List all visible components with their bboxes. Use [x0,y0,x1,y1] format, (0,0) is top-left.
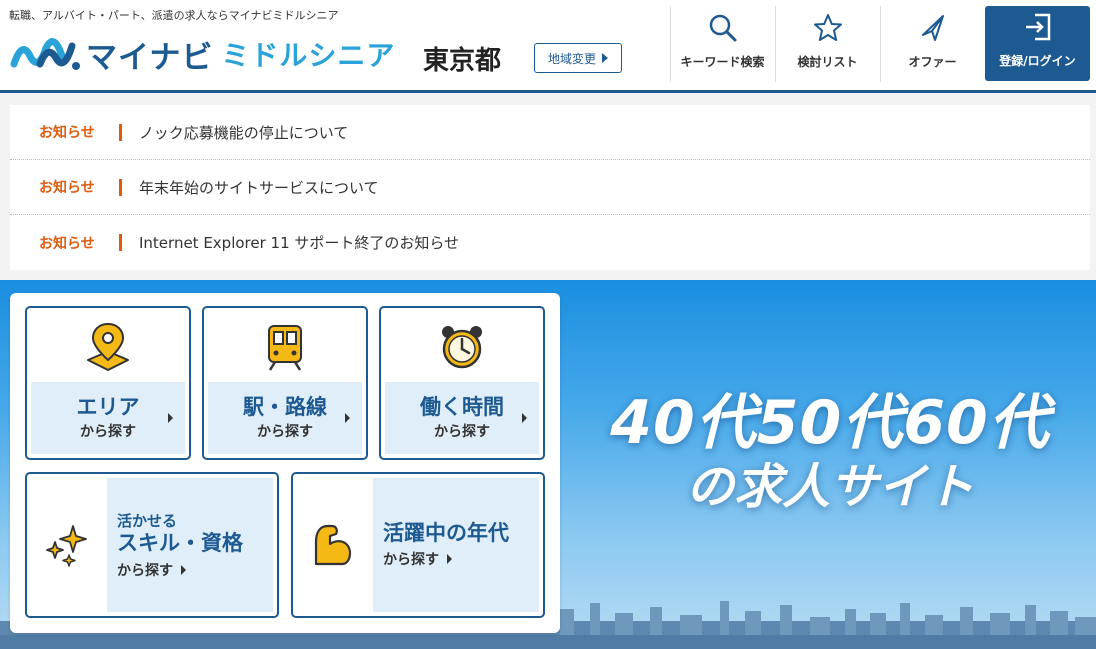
caret-right-icon [345,413,350,423]
caret-right-icon [181,564,186,575]
sparkles-icon [46,525,87,567]
search-icon [709,14,736,42]
card-label-area: 活かせる スキル・資格 から探す [107,478,273,612]
card-label-area: 駅・路線 から探す [208,382,362,454]
register-login-button[interactable]: 登録/ログイン [985,6,1090,81]
notice-item[interactable]: お知らせ Internet Explorer 11 サポート終了のお知らせ [10,215,1090,270]
time-subtitle: から探す [434,424,490,441]
current-region: 東京都 [423,46,502,76]
card-icon-area [27,474,107,616]
flexed-arm-icon [314,524,352,566]
age-title: 活躍中の年代 [383,520,509,545]
logo-text-main: マイナビ [86,39,214,76]
offer-button[interactable]: オファー [880,6,984,82]
login-icon [1025,13,1050,41]
saved-list-button[interactable]: 検討リスト [775,6,879,82]
area-search-card[interactable]: エリア から探す [25,306,191,460]
age-subtitle: から探す [383,552,439,569]
offer-label: オファー [908,55,957,69]
station-search-card[interactable]: 駅・路線 から探す [202,306,368,460]
site-tagline: 転職、アルバイト・パート、派遣の求人ならマイナビミドルシニア [9,9,339,22]
hero-subheadline: の求人サイト [685,459,974,515]
time-title: 働く時間 [420,394,504,419]
skill-subtitle: から探す [117,562,173,579]
card-label-area: エリア から探す [31,382,185,454]
card-icon-area [293,474,373,616]
notice-link[interactable]: 年末年始のサイトサービスについて [139,177,379,198]
keyword-search-button[interactable]: キーワード検索 [670,6,774,82]
star-icon [813,14,842,41]
card-label-area: 働く時間 から探す [385,382,539,454]
caret-right-icon [602,53,608,63]
search-panel: エリア から探す 駅・路線 から探す 働く時間 から探す 活かせる スキル・資格… [10,293,560,633]
notice-list: お知らせ ノック応募機能の停止について お知らせ 年末年始のサイトサービスについ… [10,105,1090,270]
area-subtitle: から探す [80,424,136,441]
region-change-label: 地域変更 [547,51,596,66]
card-icon-area [204,308,366,386]
age-search-card[interactable]: 活躍中の年代 から探す [291,472,545,618]
logo-text-sub: ミドルシニア [221,39,396,72]
page: 転職、アルバイト・パート、派遣の求人ならマイナビミドルシニア マイナビ ミドルシ… [0,0,1096,649]
notice-link[interactable]: Internet Explorer 11 サポート終了のお知らせ [139,232,459,253]
notice-item[interactable]: お知らせ 年末年始のサイトサービスについて [10,160,1090,215]
skill-title: スキル・資格 [117,531,243,556]
notice-divider [119,234,122,251]
site-header: 転職、アルバイト・パート、派遣の求人ならマイナビミドルシニア マイナビ ミドルシ… [0,0,1096,93]
caret-right-icon [522,413,527,423]
card-icon-area [381,308,543,386]
paper-plane-icon [921,15,944,41]
logo-mark-icon [10,38,80,70]
time-search-card[interactable]: 働く時間 から探す [379,306,545,460]
alarm-clock-icon [442,326,482,369]
age-subtitle-row: から探す [383,549,539,569]
map-pin-icon [87,322,129,371]
notice-divider [119,178,122,196]
notice-tag: お知らせ [39,180,95,196]
hero-copy: 40代50代60代 の求人サイト [590,392,1070,514]
notice-divider [119,123,122,141]
keyword-search-label: キーワード検索 [680,55,765,69]
station-title: 駅・路線 [243,394,327,419]
skill-kicker: 活かせる [117,512,178,531]
saved-list-label: 検討リスト [797,55,858,69]
site-logo[interactable]: マイナビ ミドルシニア [10,34,396,76]
hero-headline: 40代50代60代 [610,388,1050,458]
notice-item[interactable]: お知らせ ノック応募機能の停止について [10,105,1090,160]
card-icon-area [27,308,189,386]
caret-right-icon [447,554,452,565]
skill-search-card[interactable]: 活かせる スキル・資格 から探す [25,472,279,618]
notice-tag: お知らせ [39,235,95,252]
notice-link[interactable]: ノック応募機能の停止について [139,122,348,143]
station-subtitle: から探す [257,424,313,441]
area-title: エリア [76,394,140,419]
region-change-button[interactable]: 地域変更 [534,43,622,73]
card-label-area: 活躍中の年代 から探す [373,478,539,612]
register-login-label: 登録/ログイン [999,54,1076,68]
skill-subtitle-row: から探す [117,560,273,580]
caret-right-icon [168,413,173,423]
notice-tag: お知らせ [39,125,95,141]
train-icon [268,325,302,371]
